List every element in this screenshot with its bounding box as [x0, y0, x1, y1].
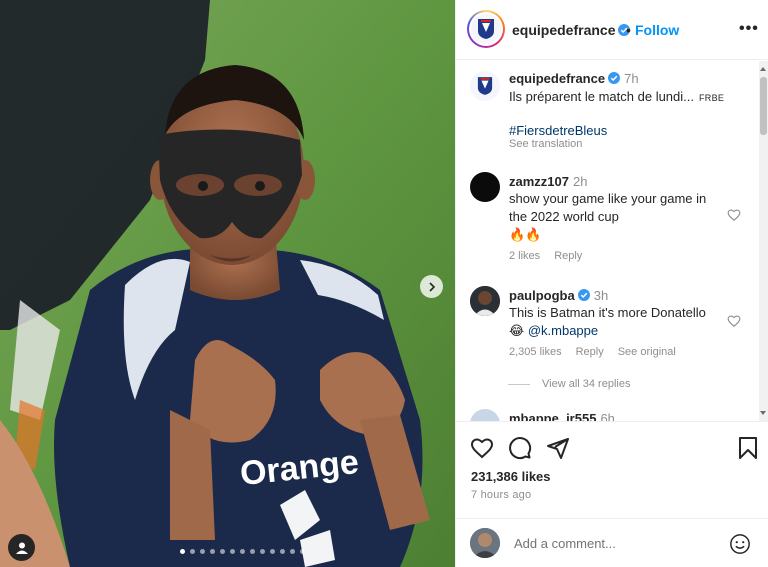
comment-likes[interactable]: 2 likes: [509, 250, 540, 262]
comment-reply-button[interactable]: Reply: [554, 250, 582, 262]
carousel-dot: [260, 549, 265, 554]
header-username[interactable]: equipedefrance: [512, 22, 631, 38]
carousel-dot: [300, 549, 305, 554]
carousel-dot: [220, 549, 225, 554]
carousel-dot: [270, 549, 275, 554]
post-timestamp: 7 hours ago: [471, 489, 532, 501]
caption-username[interactable]: equipedefrance 7h: [509, 71, 639, 86]
comment-reply-button[interactable]: Reply: [576, 346, 604, 358]
comment-meta: 2 likes Reply: [509, 250, 582, 262]
comment-input[interactable]: [514, 532, 714, 554]
carousel-indicator: [180, 549, 305, 554]
user-tag-icon[interactable]: [8, 534, 35, 561]
profile-avatar[interactable]: [467, 10, 505, 48]
comment-avatar[interactable]: [470, 409, 500, 421]
view-replies-button[interactable]: View all 34 replies: [508, 378, 630, 390]
comment-time: 3h: [593, 288, 609, 303]
more-options-icon[interactable]: •••: [739, 20, 759, 38]
carousel-dot: [250, 549, 255, 554]
comment-icon[interactable]: [508, 436, 532, 460]
carousel-dot: [230, 549, 235, 554]
mention-link[interactable]: @k.mbappe: [528, 323, 598, 338]
comment-time: 6h: [600, 411, 615, 421]
comment-text: show your game like your game in the 202…: [509, 190, 724, 244]
bookmark-icon[interactable]: [736, 436, 760, 460]
follow-button[interactable]: Follow: [635, 22, 679, 38]
verified-badge-icon: [608, 72, 621, 84]
emoji-icon[interactable]: [729, 533, 751, 555]
fff-crest-icon: [478, 19, 494, 39]
comment-emoji: 😂: [509, 323, 525, 338]
comment-time: 2h: [572, 174, 588, 189]
comment-avatar[interactable]: [470, 286, 500, 316]
comments-scrollbar[interactable]: [759, 61, 768, 421]
caption-avatar[interactable]: [470, 71, 500, 101]
carousel-dot: [180, 549, 185, 554]
post-media[interactable]: Orange: [0, 0, 455, 567]
carousel-dot: [210, 549, 215, 554]
verified-badge-icon: [577, 289, 590, 301]
heart-icon[interactable]: [470, 436, 494, 460]
current-user-avatar: [470, 528, 500, 558]
carousel-dot: [280, 549, 285, 554]
post-header: equipedefrance • Follow •••: [456, 0, 768, 60]
header-separator: •: [626, 22, 631, 38]
share-icon[interactable]: [546, 436, 570, 460]
see-original-link[interactable]: See original: [618, 346, 676, 358]
comment-like-icon[interactable]: [727, 208, 741, 222]
caption-text: Ils préparent le match de lundi... FRBE: [509, 89, 725, 104]
comment-text: This is Batman it's more Donatello 😂 @k.…: [509, 305, 706, 338]
comment-avatar[interactable]: [470, 172, 500, 202]
comment-emoji: 🔥🔥: [509, 227, 542, 242]
comment-meta: 2,305 likes Reply See original: [509, 346, 676, 358]
comment-username[interactable]: paulpogba 3h: [509, 288, 608, 303]
post-side-panel: equipedefrance • Follow ••• equipedefran…: [455, 0, 768, 567]
post-actions: 231,386 likes 7 hours ago: [456, 421, 768, 511]
carousel-dot: [200, 549, 205, 554]
comments-list[interactable]: equipedefrance 7h Ils préparent le match …: [456, 61, 758, 421]
see-translation-link[interactable]: See translation: [509, 138, 582, 150]
comment-composer: [456, 518, 768, 567]
next-arrow-icon[interactable]: [420, 275, 443, 298]
comment-like-icon[interactable]: [727, 314, 741, 328]
comment-username[interactable]: zamzz107 2h: [509, 174, 587, 189]
comment-username[interactable]: mbappe_jr555 6h: [509, 411, 615, 421]
caption-time: 7h: [624, 71, 639, 86]
post-likes-count[interactable]: 231,386 likes: [471, 469, 551, 484]
carousel-dot: [190, 549, 195, 554]
post-photo: Orange: [0, 0, 455, 567]
comment-likes[interactable]: 2,305 likes: [509, 346, 562, 358]
carousel-dot: [290, 549, 295, 554]
carousel-dot: [240, 549, 245, 554]
caption-tag: FRBE: [699, 93, 725, 103]
